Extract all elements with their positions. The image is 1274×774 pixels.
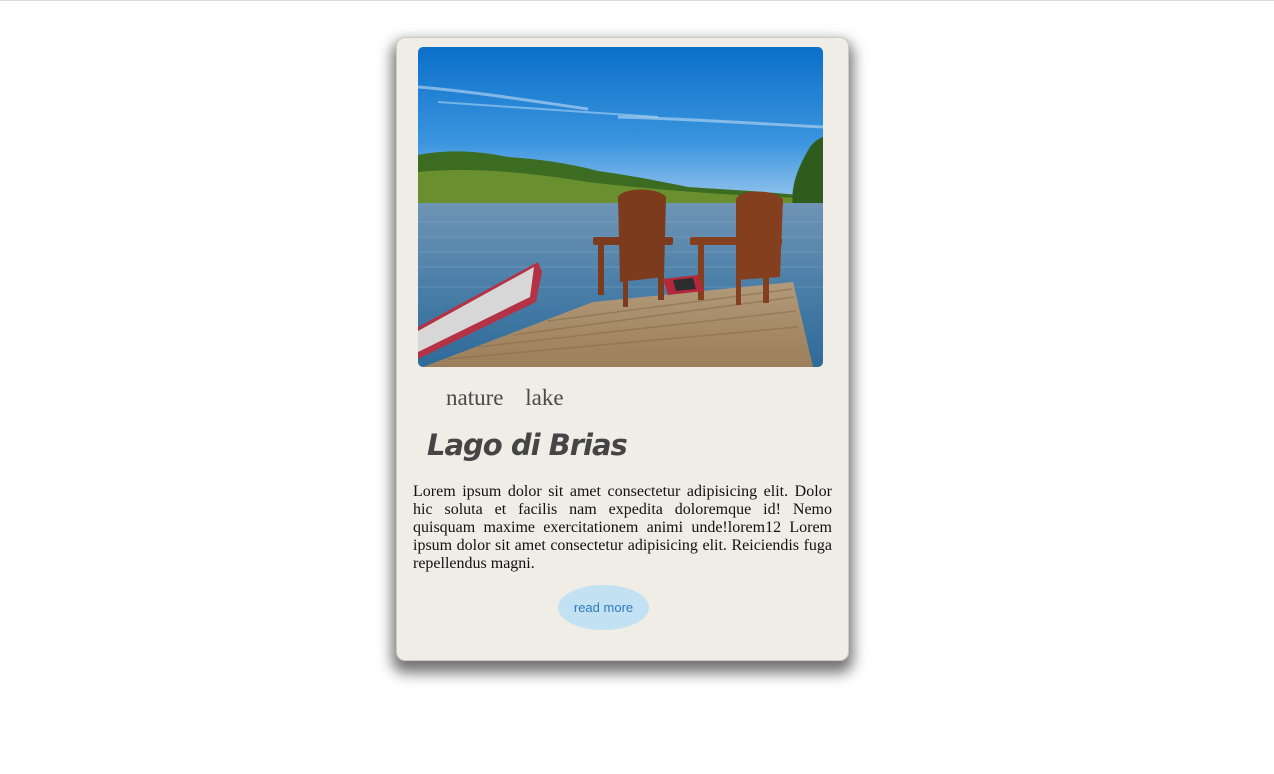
top-border: [0, 0, 1274, 1]
tag-list: nature lake: [446, 385, 580, 411]
tag-nature: nature: [446, 385, 504, 410]
read-more-button[interactable]: read more: [558, 585, 649, 630]
card-image: [418, 47, 823, 367]
tag-lake: lake: [525, 385, 564, 410]
card-description: Lorem ipsum dolor sit amet consectetur a…: [413, 483, 832, 572]
card-title: Lago di Brias: [427, 428, 628, 462]
article-card: nature lake Lago di Brias Lorem ipsum do…: [396, 37, 849, 661]
